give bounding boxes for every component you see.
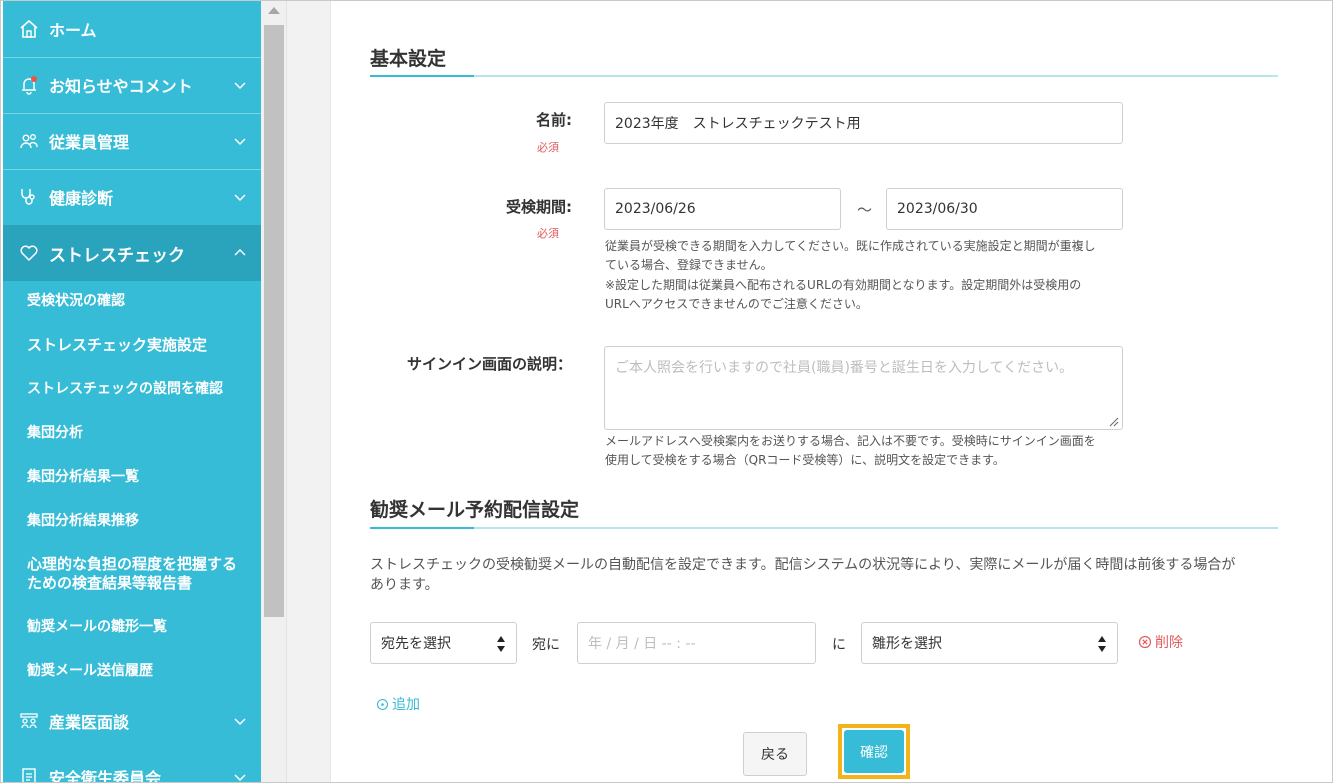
period-help-line: 従業員が受検できる期間を入力してください。既に作成されている実施設定と期間が重複… xyxy=(605,239,1096,253)
sidebar-item-report[interactable]: 心理的な負担の程度を把握する ための検査結果等報告書 xyxy=(27,555,237,593)
nav-home-label: ホーム xyxy=(49,21,97,40)
period-help-line: ている場合、登録できません。 xyxy=(605,258,773,272)
period-separator: ～ xyxy=(857,201,873,219)
sidebar-item-group-analysis[interactable]: 集団分析 xyxy=(27,424,83,442)
section-underline-accent xyxy=(370,75,474,77)
select-arrows-icon xyxy=(497,636,506,652)
main-content: 基本設定 名前: 必須 2023年度 ストレスチェックテスト用 受検期間: 必須… xyxy=(332,1,1322,782)
select-arrows-icon xyxy=(1098,636,1107,652)
signin-description-textarea[interactable]: ご本人照会を行いますので社員(職員)番号と誕生日を入力してください。 xyxy=(604,346,1123,430)
plus-circle-icon xyxy=(376,698,389,710)
chevron-down-icon xyxy=(234,138,246,146)
recipient-select-value: 宛先を選択 xyxy=(381,636,451,652)
name-label: 名前: xyxy=(536,111,572,129)
add-label: 追加 xyxy=(392,697,420,713)
app-window: ホーム お知らせやコメント 従業員管理 健康診断 ストレスチェック 受検状況の確… xyxy=(0,0,1333,783)
scroll-thumb[interactable] xyxy=(264,25,284,617)
chevron-up-icon xyxy=(234,248,246,256)
content-gutter xyxy=(287,1,331,782)
section-underline-accent xyxy=(370,527,474,529)
chevron-down-icon xyxy=(234,82,246,90)
to-text: 宛に xyxy=(532,637,560,653)
section-title-basic: 基本設定 xyxy=(370,48,447,70)
chevron-down-icon xyxy=(234,774,246,782)
period-end-input[interactable]: 2023/06/30 xyxy=(886,188,1123,230)
sidebar-item-report-line1: 心理的な負担の程度を把握する xyxy=(27,555,238,573)
stethoscope-icon xyxy=(19,187,39,207)
users-icon xyxy=(19,131,39,151)
sidebar-item-mail-templates[interactable]: 勧奨メールの雛形一覧 xyxy=(27,618,167,636)
mail-description-line: ストレスチェックの受検勧奨メールの自動配信を設定できます。配信システムの状況等に… xyxy=(370,557,1236,573)
period-label-wrap: 受検期間: xyxy=(332,196,572,216)
delete-label: 削除 xyxy=(1155,635,1183,651)
nav-stress-check-label: ストレスチェック xyxy=(49,245,185,266)
signin-help-line: 使用して受検をする場合（QRコード受検等）に、説明文を設定できます。 xyxy=(605,453,1005,467)
datetime-input[interactable]: 年 / 月 / 日 -- : -- xyxy=(577,622,816,664)
nav-notices[interactable]: お知らせやコメント xyxy=(3,57,261,113)
signin-label: サインイン画面の説明： xyxy=(406,355,572,373)
document-icon xyxy=(19,767,39,782)
nav-health-checkup-label: 健康診断 xyxy=(49,189,114,208)
period-help: 従業員が受検できる期間を入力してください。既に作成されている実施設定と期間が重複… xyxy=(605,237,1125,314)
nav-notices-label: お知らせやコメント xyxy=(49,77,193,96)
nav-safety-committee[interactable]: 安全衛生委員会 xyxy=(3,749,261,783)
resize-handle-icon[interactable] xyxy=(1107,415,1119,427)
sidebar-item-check-questions[interactable]: ストレスチェックの設問を確認 xyxy=(27,380,223,398)
name-input[interactable]: 2023年度 ストレスチェックテスト用 xyxy=(604,102,1123,144)
sidebar-item-group-analysis-trend[interactable]: 集団分析結果推移 xyxy=(27,512,139,530)
nav-industrial-physician[interactable]: 産業医面談 xyxy=(3,693,261,749)
nav-health-checkup[interactable]: 健康診断 xyxy=(3,169,261,225)
sidebar: ホーム お知らせやコメント 従業員管理 健康診断 ストレスチェック 受検状況の確… xyxy=(3,1,261,783)
mail-description: ストレスチェックの受検勧奨メールの自動配信を設定できます。配信システムの状況等に… xyxy=(370,555,1290,595)
period-help-line: ※設定した期間は従業員へ配布されるURLの有効期間となります。設定期間外は受検用… xyxy=(605,278,1082,292)
period-start-input[interactable]: 2023/06/26 xyxy=(604,188,841,230)
mail-description-line: あります。 xyxy=(370,577,439,593)
name-label-wrap: 名前: xyxy=(332,109,572,129)
nav-industrial-physician-label: 産業医面談 xyxy=(49,713,130,732)
nav-stress-check[interactable]: ストレスチェック xyxy=(3,225,261,281)
back-button[interactable]: 戻る xyxy=(743,732,807,776)
chevron-down-icon xyxy=(234,194,246,202)
heart-icon xyxy=(19,243,39,263)
signin-label-wrap: サインイン画面の説明： xyxy=(332,353,572,373)
template-select[interactable]: 雛形を選択 xyxy=(861,622,1118,664)
sidebar-item-report-line2: ための検査結果等報告書 xyxy=(27,574,193,592)
section-underline xyxy=(370,527,1278,529)
recipient-select[interactable]: 宛先を選択 xyxy=(370,622,517,664)
ni-text: に xyxy=(832,637,846,653)
confirm-button[interactable]: 確認 xyxy=(844,730,904,773)
scroll-up-arrow-icon[interactable] xyxy=(268,7,280,14)
sidebar-item-stress-check-settings[interactable]: ストレスチェック実施設定 xyxy=(27,336,207,354)
nav-employees[interactable]: 従業員管理 xyxy=(3,113,261,169)
required-badge: 必須 xyxy=(537,227,559,240)
section-title-mail: 勧奨メール予約配信設定 xyxy=(370,499,580,521)
signin-help: メールアドレスへ受検案内をお送りする場合、記入は不要です。受検時にサインイン画面… xyxy=(605,432,1125,470)
sidebar-scrollbar[interactable] xyxy=(261,1,287,782)
template-select-value: 雛形を選択 xyxy=(872,636,942,652)
home-icon xyxy=(19,19,39,39)
nav-safety-committee-label: 安全衛生委員会 xyxy=(49,769,162,783)
sidebar-item-mail-history[interactable]: 勧奨メール送信履歴 xyxy=(27,662,153,680)
required-badge: 必須 xyxy=(537,141,559,154)
bell-icon xyxy=(19,75,39,95)
add-link[interactable]: 追加 xyxy=(376,694,420,714)
period-label: 受検期間: xyxy=(506,198,572,216)
period-help-line: URLへアクセスできませんのでご注意ください。 xyxy=(605,297,868,311)
nav-home[interactable]: ホーム xyxy=(3,1,261,57)
people-icon xyxy=(19,711,39,731)
delete-link[interactable]: 削除 xyxy=(1138,632,1183,652)
sidebar-item-exam-status[interactable]: 受検状況の確認 xyxy=(27,292,125,310)
signin-help-line: メールアドレスへ受検案内をお送りする場合、記入は不要です。受検時にサインイン画面… xyxy=(605,434,1096,448)
x-circle-icon xyxy=(1138,635,1152,649)
section-underline xyxy=(370,75,1278,77)
nav-employees-label: 従業員管理 xyxy=(49,133,130,152)
chevron-down-icon xyxy=(234,718,246,726)
sidebar-item-group-analysis-list[interactable]: 集団分析結果一覧 xyxy=(27,468,139,486)
